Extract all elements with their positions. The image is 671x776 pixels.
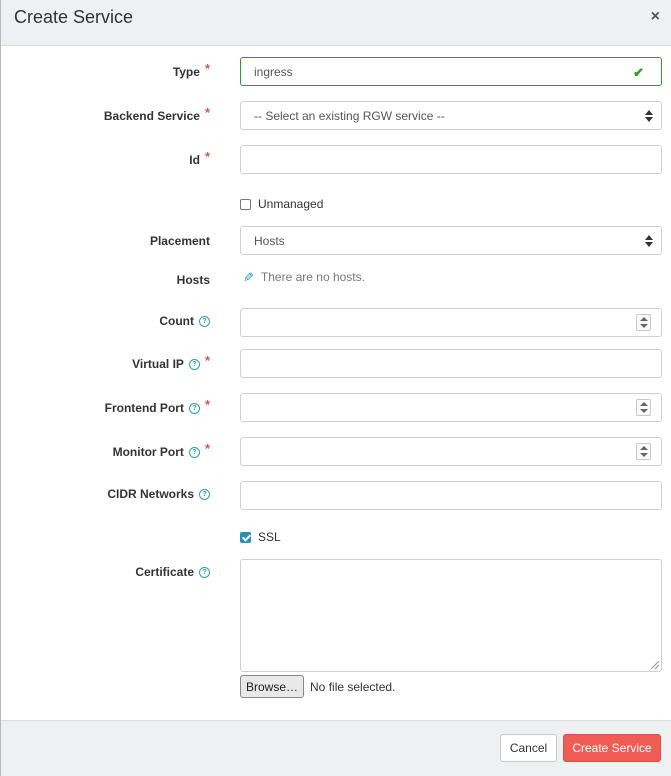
virtual-ip-input[interactable] [240,349,662,378]
create-service-button[interactable]: Create Service [563,734,661,762]
backend-service-select[interactable]: -- Select an existing RGW service -- [240,101,662,130]
ssl-checkbox[interactable] [240,531,251,543]
hosts-empty: ✎ There are no hosts. [239,269,365,285]
create-service-dialog: Create Service × Type * ingress ✔ Backend… [0,0,671,776]
count-input[interactable] [240,308,662,337]
placement-label: Placement [149,234,210,248]
help-icon[interactable]: ? [188,358,200,370]
ssl-checkbox-row[interactable]: SSL [240,530,281,544]
pencil-icon[interactable]: ✎ [239,272,255,283]
required-marker: * [204,440,210,456]
number-spinner-icon[interactable] [636,314,651,331]
ssl-label: SSL [258,530,281,544]
help-icon[interactable]: ? [199,566,210,578]
type-select[interactable]: ingress ✔ [240,57,662,86]
required-marker: * [204,60,210,76]
required-marker: * [204,396,210,412]
hosts-label: Hosts [176,273,210,287]
id-label: Id * [189,148,210,168]
dialog-title: Create Service [14,7,134,27]
type-label: Type * [172,60,210,80]
monitor-port-label: Monitor Port? * [112,440,210,460]
select-caret-icon [645,110,653,122]
unmanaged-checkbox[interactable] [240,198,251,210]
cidr-networks-label: CIDR Networks? [107,479,210,509]
cidr-networks-input[interactable] [240,481,662,510]
count-label: Count? [159,306,210,336]
required-marker: * [204,148,210,164]
backend-service-label: Backend Service * [103,104,210,124]
hosts-empty-text: There are no hosts. [260,270,365,284]
unmanaged-label: Unmanaged [258,197,324,211]
certificate-file-input: Browse… No file selected. [240,675,395,698]
resize-grip-icon[interactable] [651,661,659,669]
required-marker: * [204,104,210,120]
help-icon[interactable]: ? [188,402,200,414]
number-spinner-icon[interactable] [636,443,651,460]
help-icon[interactable]: ? [188,446,200,458]
close-icon[interactable]: × [651,8,660,26]
browse-button[interactable]: Browse… [240,675,305,698]
dialog-header: Create Service × [1,0,671,46]
cancel-button[interactable]: Cancel [500,734,557,762]
valid-check-icon: ✔ [633,65,644,80]
certificate-label: Certificate? [135,557,210,587]
monitor-port-input[interactable] [240,437,662,466]
placement-select[interactable]: Hosts [240,226,662,255]
required-marker: * [204,352,210,368]
virtual-ip-label: Virtual IP? * [132,352,210,372]
select-caret-icon [645,235,653,247]
help-icon[interactable]: ? [199,315,210,327]
help-icon[interactable]: ? [199,488,210,500]
dialog-footer: Cancel Create Service [1,720,671,776]
number-spinner-icon[interactable] [636,399,651,416]
certificate-textarea[interactable] [240,559,662,672]
file-status: No file selected. [310,679,396,694]
unmanaged-checkbox-row[interactable]: Unmanaged [240,197,323,211]
id-input[interactable] [240,145,662,174]
frontend-port-input[interactable] [240,393,662,422]
frontend-port-label: Frontend Port? * [104,396,210,416]
